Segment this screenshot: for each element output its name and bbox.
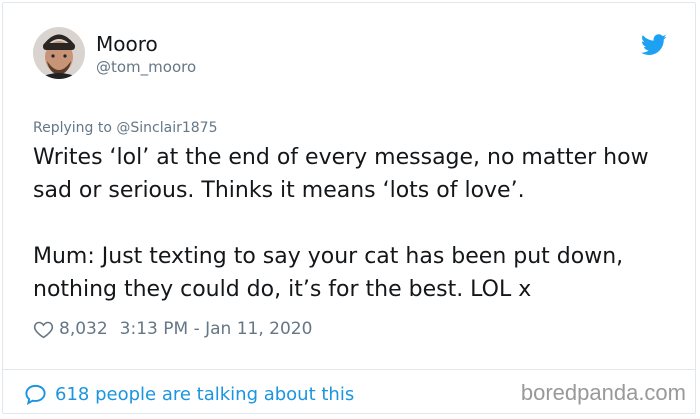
watermark: boredpanda.com [520, 380, 686, 405]
twitter-bird-icon[interactable] [641, 34, 667, 56]
tweet-text: Writes ‘lol’ at the end of every message… [33, 145, 649, 302]
author-display-name[interactable]: Mooro [96, 32, 158, 56]
conversation-label: 618 people are talking about this [55, 383, 355, 405]
conversation-link[interactable]: 618 people are talking about this [24, 380, 354, 408]
replying-to-line: Replying to @Sinclair1875 [33, 120, 217, 136]
like-count[interactable]: 8,032 [59, 319, 108, 339]
tweet-timestamp[interactable]: 3:13 PM - Jan 11, 2020 [120, 319, 313, 339]
reply-target-link[interactable]: @Sinclair1875 [116, 120, 217, 136]
divider [2, 369, 696, 370]
author-handle[interactable]: @tom_mooro [96, 58, 196, 76]
speech-bubble-icon [25, 384, 46, 405]
heart-icon[interactable] [33, 319, 54, 340]
tweet-meta: 8,032 3:13 PM - Jan 11, 2020 [33, 316, 312, 342]
replying-to-prefix: Replying to [33, 120, 117, 136]
avatar[interactable] [33, 27, 85, 79]
person-avatar-icon [33, 27, 85, 79]
